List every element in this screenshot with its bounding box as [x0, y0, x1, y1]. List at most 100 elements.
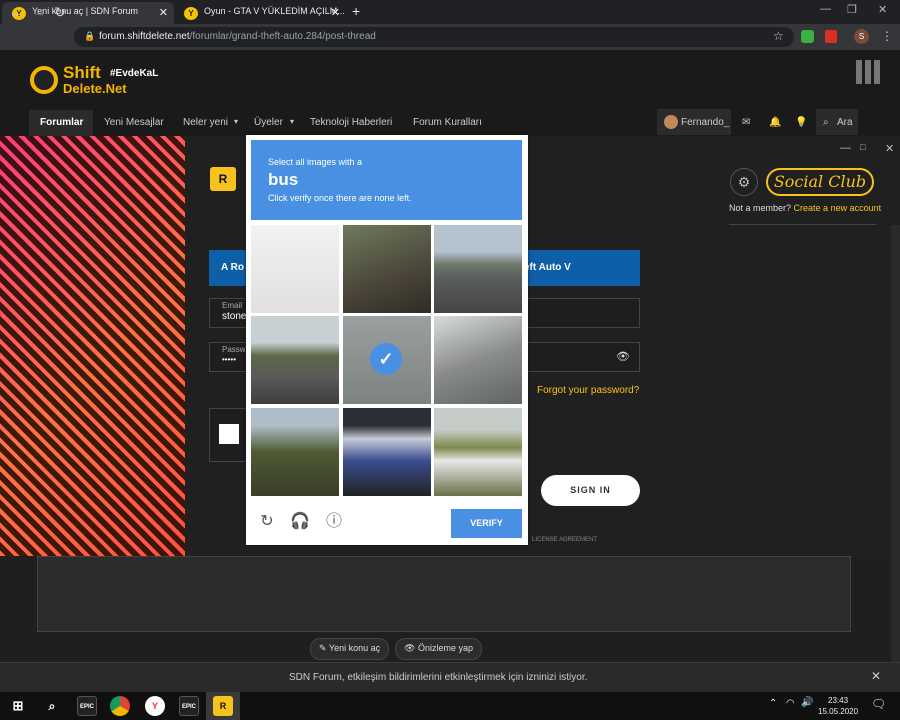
chevron-up-icon[interactable]: ⌃	[769, 698, 777, 709]
captcha-keyword: bus	[268, 170, 299, 189]
tab-label: Oyun - GTA V YÜKLEDİM AÇILM...	[204, 6, 345, 16]
wifi-icon[interactable]: ◠	[786, 698, 795, 709]
tab-gta-thread[interactable]: Y Oyun - GTA V YÜKLEDİM AÇILM... ✕	[174, 2, 346, 24]
extension-green-icon[interactable]	[801, 30, 814, 43]
banner-right-text: eft Auto V	[524, 262, 571, 273]
user-name[interactable]: Fernando_	[681, 117, 729, 128]
close-icon[interactable]: ✕	[159, 6, 168, 19]
shiftdelete-logo-icon[interactable]	[30, 66, 58, 94]
socialclub-logo: Social Club	[766, 168, 874, 196]
chevron-down-icon[interactable]: ▾	[234, 117, 238, 126]
volume-icon[interactable]: 🔊	[801, 697, 813, 708]
page-scrollbar[interactable]	[891, 225, 900, 691]
nav-uyeler[interactable]: Üyeler	[254, 117, 283, 128]
eye-icon[interactable]: 👁	[616, 350, 630, 363]
nav-neler-yeni[interactable]: Neler yeni	[183, 117, 228, 128]
eye-icon: 👁	[404, 643, 418, 653]
logo-text-shift[interactable]: Shift	[63, 63, 101, 83]
nav-yeni-mesajlar[interactable]: Yeni Mesajlar	[104, 117, 164, 128]
profile-avatar[interactable]: S	[854, 29, 869, 44]
rockstar-launcher-icon[interactable]: R	[213, 696, 233, 716]
bars-icon	[856, 60, 880, 84]
search-label[interactable]: Ara	[837, 117, 853, 128]
minimize-icon[interactable]: —	[820, 3, 831, 15]
captcha-tile[interactable]	[343, 225, 431, 313]
lock-icon: 🔒	[84, 31, 96, 41]
chevron-down-icon[interactable]: ▾	[290, 117, 294, 126]
lightbulb-icon[interactable]: 💡	[795, 117, 807, 128]
close-icon[interactable]: ✕	[871, 669, 881, 683]
create-account-link[interactable]: Create a new account	[794, 203, 882, 213]
maximize-icon[interactable]: □	[860, 142, 865, 152]
mail-icon[interactable]: ✉	[742, 117, 750, 128]
email-label: Email	[222, 301, 243, 310]
captcha-tile[interactable]	[251, 408, 339, 496]
preview-button[interactable]: 👁 Önizleme yap	[395, 638, 482, 660]
search-icon[interactable]: ⌕	[823, 117, 829, 128]
nav-forumlar[interactable]: Forumlar	[40, 117, 83, 128]
bell-icon[interactable]: 🔔	[769, 117, 781, 128]
close-icon[interactable]: ✕	[331, 6, 340, 19]
logo-hashtag: #EvdeKaL	[110, 68, 159, 79]
info-icon[interactable]: ⓘ	[324, 512, 344, 532]
tab-label: Yeni konu aç | SDN Forum	[32, 6, 139, 16]
edit-icon: ✎	[319, 643, 329, 653]
preview-label: Önizleme yap	[417, 643, 473, 653]
search-icon[interactable]: ⌕	[42, 696, 62, 716]
license-agreement-link[interactable]: LICENSE AGREEMENT	[532, 537, 597, 543]
captcha-tile[interactable]	[343, 408, 431, 496]
captcha-tile[interactable]	[434, 316, 522, 404]
bookmark-star-icon[interactable]: ☆	[773, 29, 784, 43]
captcha-checkbox[interactable]	[219, 424, 239, 444]
new-thread-button[interactable]: ✎ Yeni konu aç	[310, 638, 390, 660]
logo-text-delete[interactable]: Delete.Net	[63, 81, 127, 96]
notification-text: SDN Forum, etkileşim bildirimlerini etki…	[289, 672, 588, 683]
gear-icon[interactable]: ⚙	[730, 168, 758, 196]
captcha-tile[interactable]	[434, 408, 522, 496]
captcha-tile[interactable]	[251, 316, 339, 404]
password-value: •••••	[222, 355, 237, 364]
notification-center-icon[interactable]: 🗨	[871, 697, 886, 711]
nav-forum-kurallari[interactable]: Forum Kuralları	[413, 117, 482, 128]
epic-games-icon[interactable]: EPIC	[77, 696, 97, 716]
forward-icon[interactable]: →	[32, 4, 46, 20]
menu-dots-icon[interactable]: ⋮	[881, 29, 893, 43]
tab-sdn-forum[interactable]: Y Yeni konu aç | SDN Forum ✕	[2, 2, 174, 24]
captcha-subinstruction: Click verify once there are none left.	[268, 193, 412, 203]
captcha-tile[interactable]	[434, 225, 522, 313]
captcha-instruction: Select all images with a	[268, 157, 363, 167]
close-icon[interactable]: ✕	[885, 142, 894, 155]
close-window-icon[interactable]: ✕	[878, 3, 887, 16]
headphones-icon[interactable]: 🎧	[290, 512, 310, 532]
back-icon[interactable]: ←	[9, 4, 23, 20]
reload-icon[interactable]: ↻	[54, 4, 66, 21]
user-avatar[interactable]	[664, 115, 678, 129]
extension-shield-icon[interactable]	[825, 30, 837, 43]
clock-date: 15.05.2020	[818, 707, 859, 716]
verify-button[interactable]: VERIFY	[451, 509, 522, 538]
post-editor[interactable]	[37, 556, 851, 632]
captcha-tile[interactable]	[251, 225, 339, 313]
url-path: /forumlar/grand-theft-auto.284/post-thre…	[189, 31, 376, 42]
url-text[interactable]: forum.shiftdelete.net/forumlar/grand-the…	[99, 31, 376, 42]
epic-games-icon[interactable]: EPIC	[179, 696, 199, 716]
taskbar-clock[interactable]: 23:43 15.05.2020	[818, 695, 858, 717]
forgot-password-link[interactable]: Forgot your password?	[537, 385, 639, 396]
clock-time: 23:43	[828, 696, 849, 705]
password-label: Passw	[222, 345, 246, 354]
minimize-icon[interactable]: —	[840, 142, 851, 154]
divider	[729, 224, 876, 225]
url-host: forum.shiftdelete.net	[99, 31, 190, 42]
sign-in-button[interactable]: SIGN IN	[541, 475, 640, 506]
chrome-icon[interactable]	[110, 696, 130, 716]
check-icon: ✓	[370, 343, 402, 375]
restore-icon[interactable]: ❐	[847, 3, 857, 16]
nav-teknoloji-haberleri[interactable]: Teknoloji Haberleri	[310, 117, 392, 128]
reload-icon[interactable]: ↻	[257, 512, 277, 532]
new-tab-button[interactable]: +	[352, 3, 360, 19]
windows-start-icon[interactable]: ⊞	[8, 696, 28, 716]
yandex-icon[interactable]: Y	[145, 696, 165, 716]
new-thread-label: Yeni konu aç	[328, 643, 381, 653]
not-member-text: Not a member? Create a new account	[729, 203, 881, 213]
not-member-label: Not a member?	[729, 203, 792, 213]
